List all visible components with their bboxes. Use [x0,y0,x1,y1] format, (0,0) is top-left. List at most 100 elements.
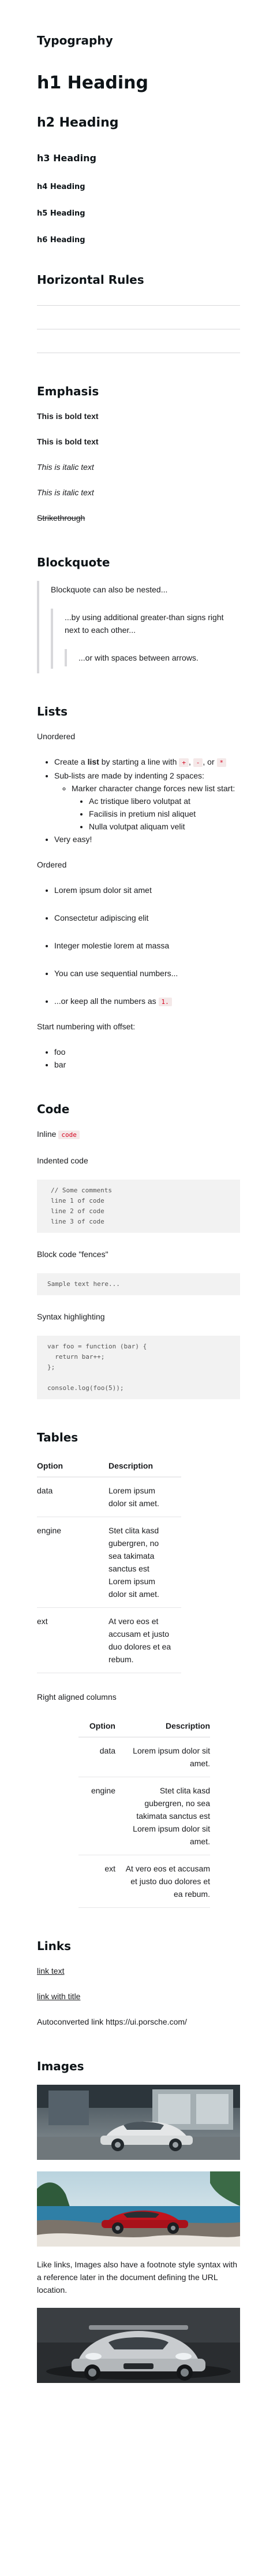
inline-code: + [179,758,189,767]
lists-title: Lists [37,705,68,718]
syntax-code-block: var foo = function (bar) { return bar++;… [37,1336,240,1399]
code-title: Code [37,1102,70,1116]
table-header-row: Option Description [78,1716,210,1737]
table-cell: Stet clita kasd gubergren, no sea takima… [108,1517,181,1608]
table-header-description: Description [115,1716,210,1737]
blockquote-text: ...by using additional greater-than sign… [65,613,224,635]
car-image-silver-gt [37,2308,240,2383]
table-cell: engine [37,1517,108,1608]
strikethrough-text: Strikethrough [37,513,85,522]
inline-code-line: Inline code [37,1128,240,1141]
indented-code-label: Indented code [37,1156,88,1165]
list-item: Nulla volutpat aliquam velit [89,820,240,833]
table-cell: Stet clita kasd gubergren, no sea takima… [115,1777,210,1855]
list-bold-text: list [87,757,99,766]
table-row: data Lorem ipsum dolor sit amet. [37,1477,181,1517]
nested-blockquote: ...by using additional greater-than sign… [51,609,240,669]
table-cell: Lorem ipsum dolor sit amet. [115,1737,210,1777]
offset-label: Start numbering with offset: [37,1022,136,1031]
table-cell: Lorem ipsum dolor sit amet. [108,1477,181,1517]
table-header-row: Option Description [37,1456,181,1477]
inline-code: * [216,758,227,767]
list-item: ...or keep all the numbers as 1. [54,995,240,1009]
tables-title: Tables [37,1430,78,1444]
inline-label: Inline [37,1129,59,1139]
autoconverted-link[interactable]: Autoconverted link https://ui.porsche.co… [37,2015,240,2028]
inline-code: 1. [158,998,172,1006]
h5-heading: h5 Heading [37,209,85,218]
unordered-list: Create a list by starting a line with +,… [37,755,240,846]
table-cell: ext [78,1855,115,1908]
blockquote-text: ...or with spaces between arrows. [78,653,199,662]
table-cell: At vero eos et accusam et justo duo dolo… [108,1607,181,1673]
list-item: Consectetur adipiscing elit [54,911,240,924]
list-text: Create a [54,757,88,766]
table-cell: At vero eos et accusam et justo duo dolo… [115,1855,210,1908]
list-text: Sub-lists are made by indenting 2 spaces… [54,771,204,780]
link-with-title[interactable]: link with title [37,1992,80,2001]
emphasis-title: Emphasis [37,384,99,398]
right-aligned-label: Right aligned columns [37,1692,117,1702]
fences-label: Block code "fences" [37,1250,108,1259]
table-row: ext At vero eos et accusam et justo duo … [37,1607,181,1673]
table-row: data Lorem ipsum dolor sit amet. [78,1737,210,1777]
right-aligned-table: Option Description data Lorem ipsum dolo… [78,1716,210,1908]
table-row: engine Stet clita kasd gubergren, no sea… [37,1517,181,1608]
unordered-label: Unordered [37,732,76,741]
typography-title: Typography [37,34,113,47]
list-text: , or [203,757,217,766]
car-image-garage [37,2085,240,2160]
table-cell: data [37,1477,108,1517]
list-item: Sub-lists are made by indenting 2 spaces… [54,769,240,833]
syntax-label: Syntax highlighting [37,1312,105,1321]
blockquote-title: Blockquote [37,555,110,569]
h6-heading: h6 Heading [37,236,85,244]
inline-code: code [58,1131,80,1139]
links-title: Links [37,1939,72,1953]
link-text[interactable]: link text [37,1966,64,1975]
horizontal-rule [37,305,240,306]
bold-text: This is bold text [37,437,99,446]
nested-list: Marker character change forces new list … [54,782,240,833]
list-text: Marker character change forces new list … [72,784,235,793]
h4-heading: h4 Heading [37,183,85,191]
table-cell: ext [37,1607,108,1673]
list-item: Ac tristique libero volutpat at [89,795,240,807]
offset-list: foo bar [37,1046,240,1071]
options-table: Option Description data Lorem ipsum dolo… [37,1456,181,1673]
markdown-document: Typography h1 Heading h2 Heading h3 Head… [0,0,277,2418]
h2-heading: h2 Heading [37,116,119,130]
list-item: Facilisis in pretium nisl aliquet [89,807,240,820]
list-item: Create a list by starting a line with +,… [54,755,240,769]
bold-text: This is bold text [37,412,99,421]
table-cell: data [78,1737,115,1777]
inline-code: - [193,758,203,767]
fenced-code-block: Sample text here... [37,1273,240,1295]
h3-heading: h3 Heading [37,153,96,164]
images-title: Images [37,2059,84,2073]
list-text: , [188,757,193,766]
list-text: ...or keep all the numbers as [54,996,159,1006]
list-item: Lorem ipsum dolor sit amet [54,884,240,896]
list-item: You can use sequential numbers... [54,967,240,980]
list-item: bar [54,1058,240,1071]
table-header-description: Description [108,1456,181,1477]
italic-text: This is italic text [37,462,94,472]
table-row: engine Stet clita kasd gubergren, no sea… [78,1777,210,1855]
indented-code-block: // Some comments line 1 of code line 2 o… [37,1180,240,1233]
car-image-red-seaside [37,2171,240,2247]
list-item: foo [54,1046,240,1058]
nested-list: Ac tristique libero volutpat at Facilisi… [72,795,240,833]
list-item: Very easy! [54,833,240,846]
table-header-option: Option [78,1716,115,1737]
images-caption: Like links, Images also have a footnote … [37,2260,238,2295]
ordered-list: Lorem ipsum dolor sit amet Consectetur a… [37,884,240,1009]
nested-blockquote: ...or with spaces between arrows. [65,649,240,666]
table-row: ext At vero eos et accusam et justo duo … [78,1855,210,1908]
list-text: by starting a line with [99,757,179,766]
italic-text: This is italic text [37,488,94,497]
list-item: Marker character change forces new list … [72,782,240,833]
horizontal-rules-title: Horizontal Rules [37,273,144,287]
blockquote-text: Blockquote can also be nested... [51,585,168,594]
table-header-option: Option [37,1456,108,1477]
